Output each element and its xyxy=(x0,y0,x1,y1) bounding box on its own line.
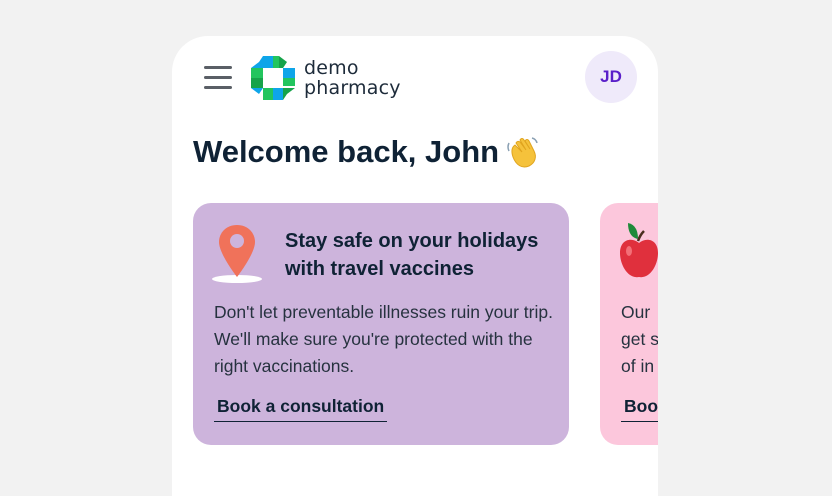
pharmacy-cross-logo-icon xyxy=(251,56,295,100)
logo-text: demo pharmacy xyxy=(304,58,401,98)
card-body-line: get s xyxy=(621,329,658,349)
hamburger-menu-icon[interactable] xyxy=(204,66,234,90)
logo-line-1: demo xyxy=(304,57,359,79)
waving-hand-icon xyxy=(507,137,538,168)
welcome-title: Welcome back, John xyxy=(193,134,500,169)
app-header: demo pharmacy JD xyxy=(172,36,658,120)
logo-line-2: pharmacy xyxy=(304,77,401,99)
book-consultation-link[interactable]: Book a consultation xyxy=(214,396,388,422)
card-title: Stay safe on your holidays with travel v… xyxy=(285,230,539,280)
map-pin-icon xyxy=(212,225,262,283)
card-body: Don't let preventable illnesses ruin you… xyxy=(214,302,553,376)
card-body: Our get s of in xyxy=(621,299,658,380)
card-body-line: of in xyxy=(621,356,655,376)
user-avatar[interactable]: JD xyxy=(585,51,637,103)
welcome-heading: Welcome back, John xyxy=(193,134,539,170)
card-2-link[interactable]: Boo xyxy=(621,396,658,422)
logo[interactable]: demo pharmacy xyxy=(249,54,409,102)
card-body-line: Our xyxy=(621,302,651,322)
promo-card-travel-vaccines[interactable]: Stay safe on your holidays with travel v… xyxy=(193,203,569,445)
promo-card-2[interactable]: Our get s of in Boo xyxy=(600,203,658,445)
app-screen: demo pharmacy JD Welcome back, John Stay… xyxy=(172,36,658,496)
apple-icon xyxy=(620,223,658,278)
